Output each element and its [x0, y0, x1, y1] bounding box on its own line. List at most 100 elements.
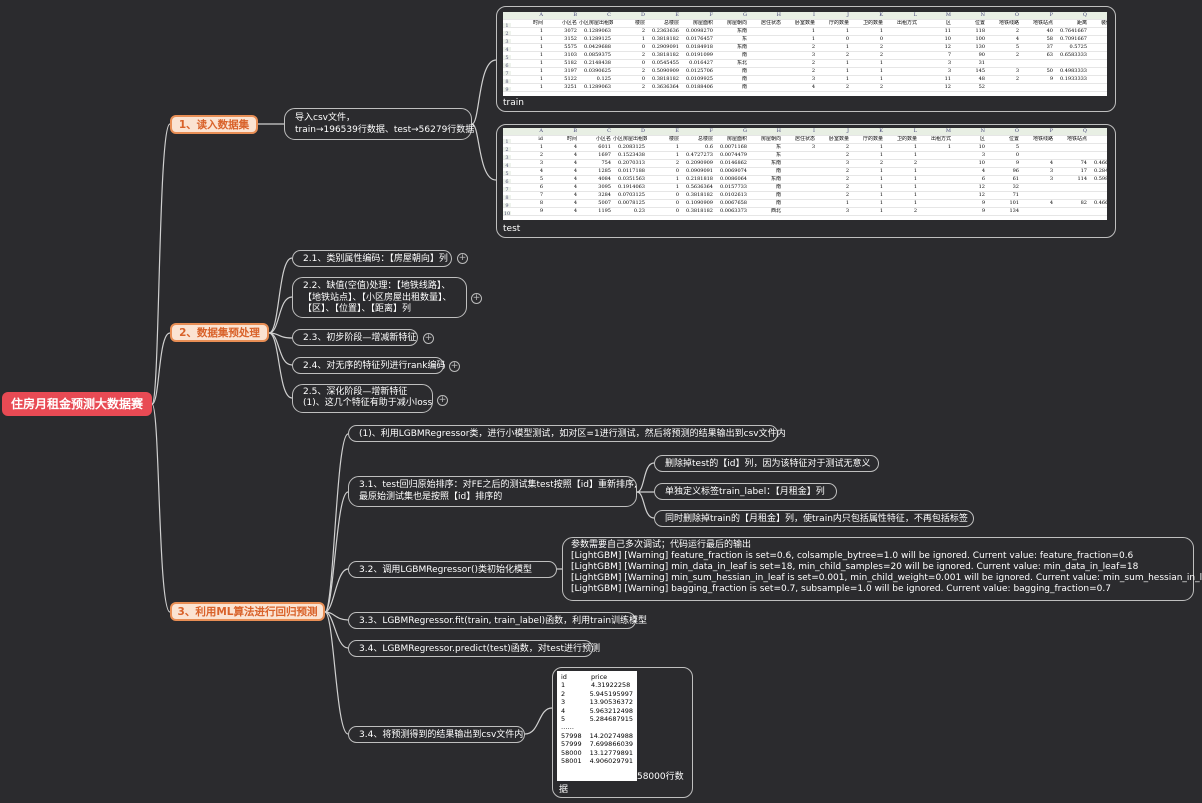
ml-node-restore-order[interactable]: 3.1、test回归原始排序：对FE之后的测试集test按照【id】重新排序, … — [348, 476, 637, 507]
sheet-cell: 0.4666333 — [1093, 160, 1107, 166]
branch-ml-regression[interactable]: 3、利用ML算法进行回归预测 — [170, 602, 325, 621]
sheet-cell: 0.6583333 — [1059, 52, 1087, 58]
sheet-cell: 130 — [975, 44, 985, 50]
sheet-cell: 0.0074479 — [719, 152, 747, 158]
node-line: (1)、这几个特征有助于减小loss — [303, 398, 433, 408]
sheet-cell: 0.5725 — [1069, 44, 1088, 50]
sheet-cell: 3284 — [598, 192, 611, 198]
sheet-cell: 1697 — [598, 152, 611, 158]
expand-icon[interactable]: + — [471, 293, 482, 304]
ml-node-output-csv[interactable]: 3.4、将预测得到的结果输出到csv文件内 — [348, 726, 525, 743]
sheet-cell: 1 — [539, 84, 543, 90]
sheet-cell: 63 — [1046, 52, 1053, 58]
sheet-cell: O — [1014, 12, 1019, 18]
sheet-cell: 2 — [845, 84, 849, 90]
sheet-cell: 32 — [1012, 184, 1019, 190]
sheet-cell: 0.1523438 — [617, 152, 645, 158]
ml-node-predict[interactable]: 3.4、LGBMRegressor.predict(test)函数，对test进… — [348, 640, 600, 657]
branch-preprocess[interactable]: 2、数据集预处理 — [170, 323, 269, 342]
sheet-cell: 3251 — [564, 84, 577, 90]
sheet-cell: 0.0063373 — [719, 208, 747, 214]
ml-node-drop-id[interactable]: 删除掉test的【id】列，因为该特征对于测试无意义 — [654, 455, 879, 472]
csv-image-node[interactable]: id price 1 4.31922258 2 5.945195997 3 13.905363… — [552, 667, 693, 798]
sheet-cell: 0.23 — [633, 208, 645, 214]
preprocess-node[interactable]: 2.1、类别属性编码：【房屋朝向】列 — [292, 250, 452, 267]
expand-icon[interactable]: + — [423, 333, 434, 344]
sheet-cell: 2 — [1015, 28, 1019, 34]
sheet-cell: 0.0703125 — [617, 192, 645, 198]
sheet-cell: 0.0188406 — [685, 84, 713, 90]
csv-cell: id — [561, 673, 567, 681]
sheet-cell: 0.3818182 — [651, 52, 679, 58]
sheet-cell: 地铁站点 — [1066, 136, 1087, 142]
sheet-cell: 0.2090909 — [685, 160, 713, 166]
sheet-row: 7 6 4 3095 0.1914063 1 0.5636364 0.0157733 南 2 1 1 1… — [503, 184, 1107, 192]
sheet-cell: 小区名 — [561, 20, 577, 26]
ml-node-init-model[interactable]: 3.2、调用LGBMRegressor()类初始化模型 — [348, 561, 557, 578]
sheet-cell: H — [776, 128, 781, 134]
sheet-row: 3 2 4 1697 0.1523438 1 0.4727273 0.0074479 东 2 1 1 3… — [503, 152, 1107, 160]
sheet-cell: 小区房屋出租数量 — [613, 136, 647, 142]
sheet-cell: 4 — [573, 144, 577, 150]
sheet-cell: 6 — [981, 176, 985, 182]
sheet-cell: H — [776, 12, 781, 18]
preprocess-node[interactable]: 2.2、缺值(空值)处理：【地铁线路】、 【地铁站点】、【小区房屋出租数量】、 … — [292, 277, 467, 318]
sheet-cell: 0.7091667 — [1059, 36, 1087, 42]
sheet-cell: 距离 — [1076, 20, 1087, 26]
preprocess-node[interactable]: 2.5、深化阶段—增新特征 (1)、这几个特征有助于减小loss — [292, 384, 433, 413]
sheet-cell: G — [743, 128, 747, 134]
node-line: 2.1、类别属性编码：【房屋朝向】列 — [303, 254, 448, 264]
sheet-cell: J — [846, 128, 849, 134]
sheet-cell: 3 — [811, 76, 815, 82]
sheet-cell: 4 — [1015, 36, 1019, 42]
sheet-cell: 4 — [573, 152, 577, 158]
ml-node-define-label[interactable]: 单独定义标签train_label：【月租金】列 — [654, 483, 837, 500]
row-number: 10 — [503, 211, 511, 216]
expand-icon[interactable]: + — [437, 395, 448, 406]
branch-read-dataset[interactable]: 1、读入数据集 — [170, 115, 258, 134]
node-line: 2.4、对无序的特征列进行rank编码 — [303, 361, 446, 371]
sheet-cell: 4 — [573, 168, 577, 174]
sheet-cell: 2 — [641, 68, 645, 74]
root-topic[interactable]: 住房月租金预测大数据赛 — [2, 392, 152, 416]
sheet-cell: 1 — [879, 176, 883, 182]
sheet-cell: 0.2909091 — [651, 44, 679, 50]
csv-cell: 2 — [561, 689, 566, 698]
sheet-cell: 小区名 — [595, 136, 611, 142]
csv-row: 4 5.963212498 — [561, 707, 633, 715]
sheet-cell: 2 — [845, 192, 849, 198]
test-image-node[interactable]: ABCDEFGHIJKLMNOPQRS1id时间小区名小区房屋出租数量楼层总楼层… — [496, 124, 1116, 238]
expand-icon[interactable]: + — [457, 253, 468, 264]
csv-row: 2 5.945195997 — [561, 690, 633, 698]
csv-cell: 13.90536372 — [589, 698, 633, 707]
ml-node-small-model-test[interactable]: (1)、利用LGBMRegressor类，进行小模型测试，如对区=1进行测试，然… — [348, 425, 786, 442]
sheet-cell: 1 — [845, 200, 849, 206]
sheet-cell: 位置 — [1008, 136, 1019, 142]
train-image-node[interactable]: ABCDEFGHIJKLMNOPQRS1时间小区名小区房屋出租数量楼层总楼层房屋… — [496, 6, 1116, 112]
sheet-cell: 5 — [1015, 44, 1019, 50]
sheet-cell: 4 — [981, 168, 985, 174]
sheet-cell: 0.0069074 — [719, 168, 747, 174]
sheet-cell: Q — [1082, 12, 1087, 18]
sheet-cell: 2 — [913, 208, 917, 214]
sheet-cell: P — [1049, 128, 1053, 134]
sheet-cell: 装修情况 — [1100, 20, 1107, 26]
ml-node-drop-train-label[interactable]: 同时删除掉train的【月租金】列，使train内只包括属性特征，不再包括标签 — [654, 510, 974, 527]
node-import-csv[interactable]: 导入csv文件， train→196539行数据、test→56279行数据 — [284, 108, 474, 140]
preprocess-node[interactable]: 2.3、初步阶段—增减新特征 — [292, 329, 418, 346]
ml-node-model-warnings[interactable]: 参数需要自己多次调试；代码运行最后的输出 [LightGBM] [Warning… — [562, 537, 1202, 601]
sheet-cell: 3 — [1049, 168, 1053, 174]
preprocess-node[interactable]: 2.4、对无序的特征列进行rank编码 — [292, 357, 446, 374]
sheet-cell: 1 — [947, 144, 951, 150]
expand-icon[interactable]: + — [449, 361, 460, 372]
sheet-cell: 1 — [845, 76, 849, 82]
sheet-column-header: ABCDEFGHIJKLMNOPQRS — [503, 12, 1107, 20]
ml-node-fit[interactable]: 3.3、LGBMRegressor.fit(train, train_label… — [348, 612, 647, 629]
sheet-cell: 1 — [879, 208, 883, 214]
sheet-cell: 1 — [879, 152, 883, 158]
sheet-cell: 0 — [879, 36, 883, 42]
sheet-cell: 48 — [978, 76, 985, 82]
sheet-cell: id — [538, 136, 543, 142]
sheet-cell: P — [1049, 12, 1053, 18]
sheet-cell: 1 — [845, 60, 849, 66]
